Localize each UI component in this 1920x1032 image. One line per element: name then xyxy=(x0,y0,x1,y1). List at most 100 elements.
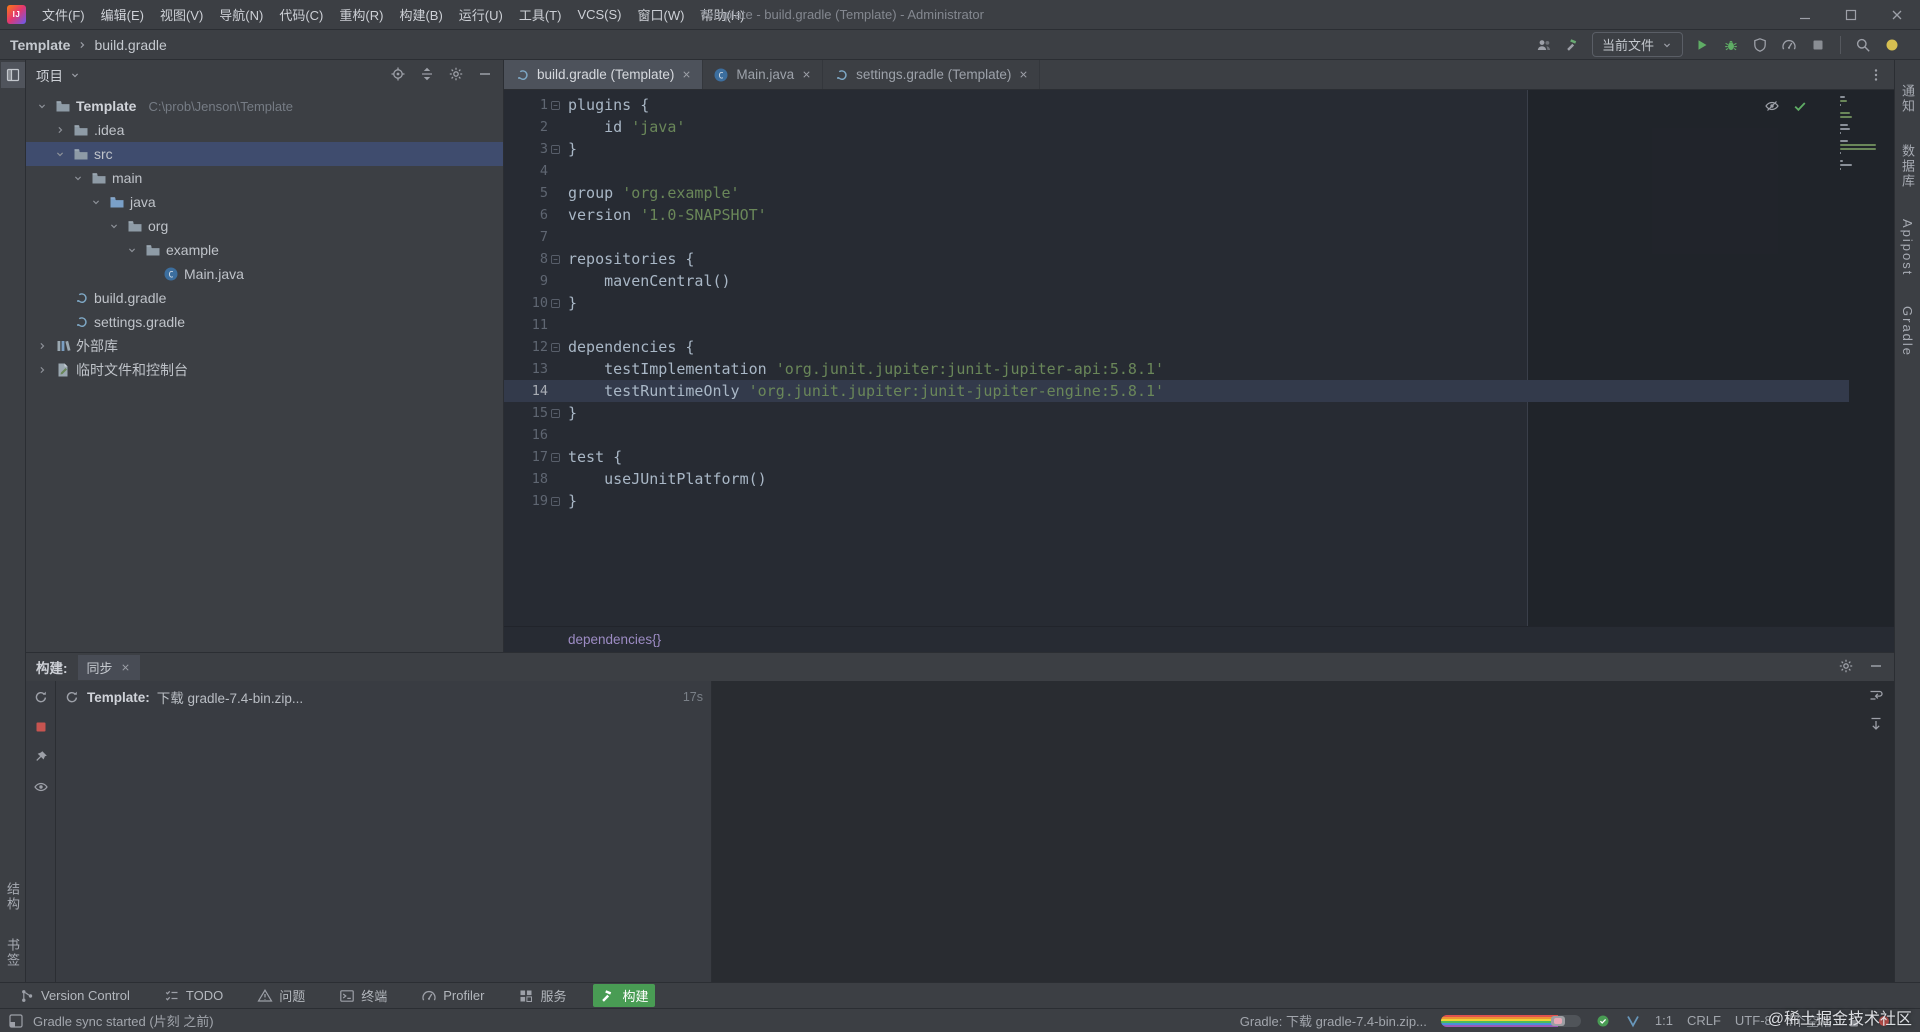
build-task-row[interactable]: Template: 下载 gradle-7.4-bin.zip... 17s xyxy=(56,685,711,709)
code-line[interactable]: 2 id 'java' xyxy=(504,116,1894,138)
pin-button[interactable] xyxy=(33,749,49,768)
code-line[interactable]: 4 xyxy=(504,160,1894,182)
minimize-button[interactable] xyxy=(1782,0,1828,29)
code-line[interactable]: 13 testImplementation 'org.junit.jupiter… xyxy=(504,358,1894,380)
fold-marker-icon[interactable] xyxy=(548,298,562,308)
toolwindow-button[interactable]: Version Control xyxy=(12,986,137,1006)
project-panel-title[interactable]: 项目 xyxy=(36,65,63,85)
breadcrumb-item[interactable]: Template xyxy=(8,35,72,55)
ide-status-button[interactable] xyxy=(1882,35,1902,55)
tree-item[interactable]: java xyxy=(26,190,503,214)
tree-item[interactable]: build.gradle xyxy=(26,286,503,310)
code-editor[interactable]: 1 plugins {2 id 'java' 3} 4 5 group 'org.exam… xyxy=(504,90,1894,626)
menu-item[interactable]: 工具(T) xyxy=(511,1,570,28)
scroll-to-end-button[interactable] xyxy=(1868,716,1884,735)
toolwindow-button[interactable]: 构建 xyxy=(593,984,656,1007)
menu-item[interactable]: 运行(U) xyxy=(451,1,511,28)
line-separator[interactable]: CRLF xyxy=(1687,1013,1721,1028)
editor-tab[interactable]: C Main.java xyxy=(703,60,824,89)
code-line[interactable]: 1 plugins { xyxy=(504,94,1894,116)
collapse-all-button[interactable] xyxy=(419,66,435,85)
toolwindow-button[interactable]: 终端 xyxy=(332,984,394,1007)
close-button[interactable] xyxy=(1874,0,1920,29)
run-button[interactable] xyxy=(1692,35,1712,55)
menu-item[interactable]: VCS(S) xyxy=(569,3,629,26)
code-line[interactable]: 16 xyxy=(504,424,1894,446)
tree-item[interactable]: 临时文件和控制台 xyxy=(26,358,503,382)
code-line[interactable]: 6 version '1.0-SNAPSHOT' xyxy=(504,204,1894,226)
v-mark-icon[interactable] xyxy=(1625,1013,1641,1029)
inspections-ok-icon[interactable] xyxy=(1792,98,1808,114)
hide-panel-button[interactable] xyxy=(477,66,493,85)
chevron-down-icon[interactable] xyxy=(106,218,122,234)
tree-item[interactable]: C Main.java xyxy=(26,262,503,286)
chevron-down-icon[interactable] xyxy=(69,69,81,81)
chevron-right-icon[interactable] xyxy=(34,362,50,378)
menu-item[interactable]: 构建(B) xyxy=(391,1,450,28)
code-line[interactable]: 17 test { xyxy=(504,446,1894,468)
highlighting-level-icon[interactable] xyxy=(1764,98,1780,114)
toolwindow-stripe-label[interactable]: 数据库 xyxy=(1898,144,1917,189)
code-line[interactable]: 9 mavenCentral() xyxy=(504,270,1894,292)
tree-item[interactable]: example xyxy=(26,238,503,262)
code-line[interactable]: 8 repositories { xyxy=(504,248,1894,270)
soft-wrap-button[interactable] xyxy=(1868,687,1884,706)
editor-tab[interactable]: build.gradle (Template) xyxy=(504,60,704,89)
chevron-down-icon[interactable] xyxy=(52,146,68,162)
stripe-project-button[interactable] xyxy=(0,62,25,88)
menu-item[interactable]: 窗口(W) xyxy=(630,1,693,28)
tree-item[interactable]: 外部库 xyxy=(26,334,503,358)
menu-item[interactable]: 代码(C) xyxy=(271,1,331,28)
chevron-right-icon[interactable] xyxy=(52,122,68,138)
hide-build-panel-button[interactable] xyxy=(1868,658,1884,677)
toolwindow-button[interactable]: Profiler xyxy=(414,986,491,1006)
fold-marker-icon[interactable] xyxy=(548,254,562,264)
menu-item[interactable]: 文件(F) xyxy=(34,1,93,28)
chevron-down-icon[interactable] xyxy=(88,194,104,210)
run-config-combo[interactable]: 当前文件 xyxy=(1591,32,1683,57)
maximize-button[interactable] xyxy=(1828,0,1874,29)
stop-button[interactable] xyxy=(1808,35,1828,55)
tree-item[interactable]: main xyxy=(26,166,503,190)
caret-position[interactable]: 1:1 xyxy=(1655,1013,1673,1028)
tree-item[interactable]: org xyxy=(26,214,503,238)
breadcrumb-item[interactable]: build.gradle xyxy=(92,35,168,55)
coverage-button[interactable] xyxy=(1750,35,1770,55)
fold-marker-icon[interactable] xyxy=(548,342,562,352)
toolwindow-stripe-label[interactable]: 结构 xyxy=(3,882,22,912)
tab-options-button[interactable] xyxy=(1868,60,1894,89)
rerun-sync-button[interactable] xyxy=(33,689,49,708)
code-line[interactable]: 7 xyxy=(504,226,1894,248)
tree-item[interactable]: Template C:\prob\Jenson\Template xyxy=(26,94,503,118)
toolwindow-stripe-label[interactable]: Gradle xyxy=(1900,306,1915,357)
code-line[interactable]: 3} xyxy=(504,138,1894,160)
code-line[interactable]: 10} xyxy=(504,292,1894,314)
fold-marker-icon[interactable] xyxy=(548,100,562,110)
code-line[interactable]: 5 group 'org.example' xyxy=(504,182,1894,204)
close-icon[interactable] xyxy=(120,662,131,673)
profiler-button[interactable] xyxy=(1779,35,1799,55)
menu-item[interactable]: 视图(V) xyxy=(152,1,211,28)
chevron-down-icon[interactable] xyxy=(124,242,140,258)
build-console[interactable] xyxy=(711,681,1894,982)
panel-options-button[interactable] xyxy=(448,66,464,85)
fold-marker-icon[interactable] xyxy=(548,408,562,418)
editor-tab[interactable]: settings.gradle (Template) xyxy=(823,60,1041,89)
build-project-button[interactable] xyxy=(1563,35,1583,55)
code-with-me-button[interactable] xyxy=(1534,35,1554,55)
code-line[interactable]: 18 useJUnitPlatform() xyxy=(504,468,1894,490)
tree-item[interactable]: .idea xyxy=(26,118,503,142)
toolwindow-button[interactable]: TODO xyxy=(157,986,230,1006)
code-line[interactable]: 12 dependencies { xyxy=(504,336,1894,358)
toolwindow-stripe-label[interactable]: Apipost xyxy=(1900,219,1915,276)
toolwindow-stripe-label[interactable]: 书签 xyxy=(3,938,22,968)
debug-button[interactable] xyxy=(1721,35,1741,55)
code-line[interactable]: 11 xyxy=(504,314,1894,336)
toolwindow-stripe-label[interactable]: 通知 xyxy=(1898,84,1917,114)
chevron-right-icon[interactable] xyxy=(34,338,50,354)
fold-marker-icon[interactable] xyxy=(548,452,562,462)
minimap[interactable] xyxy=(1840,96,1886,170)
menu-item[interactable]: 导航(N) xyxy=(211,1,271,28)
tree-item[interactable]: src xyxy=(26,142,503,166)
chevron-down-icon[interactable] xyxy=(70,170,86,186)
